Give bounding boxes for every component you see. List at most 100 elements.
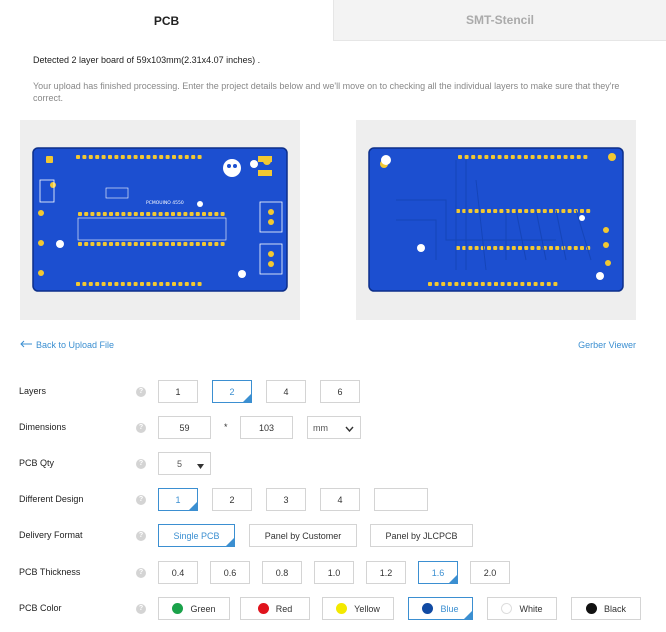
board-pad (518, 246, 522, 250)
color-option-yellow[interactable]: Yellow (322, 597, 394, 620)
board-pad (499, 209, 504, 213)
board-pad (586, 209, 591, 213)
board-pad (580, 209, 584, 213)
layers-option-2[interactable]: 2 (212, 380, 252, 403)
delivery-panel-jlcpcb[interactable]: Panel by JLCPCB (370, 524, 473, 547)
thickness-option-1-0[interactable]: 1.0 (314, 561, 354, 584)
board-pad (530, 155, 535, 159)
help-icon[interactable]: ? (136, 459, 146, 469)
board-pad (504, 155, 509, 159)
board-pad (524, 209, 529, 213)
board-pad (108, 155, 112, 159)
thickness-option-0-6[interactable]: 0.6 (210, 561, 250, 584)
board-pad (461, 282, 465, 286)
thickness-option-1-6[interactable]: 1.6 (418, 561, 458, 584)
tab-smt-stencil[interactable]: SMT-Stencil (333, 0, 666, 41)
detected-board-text: Detected 2 layer board of 59x103mm(2.31x… (33, 55, 261, 65)
thickness-option-0-4[interactable]: 0.4 (158, 561, 198, 584)
board-pad (553, 282, 558, 286)
design-option-4[interactable]: 4 (320, 488, 360, 511)
design-option-2[interactable]: 2 (212, 488, 252, 511)
board-pad (510, 155, 515, 159)
board-pad (184, 282, 189, 286)
board-pad (567, 209, 572, 213)
board-pad (507, 282, 512, 286)
color-option-blue[interactable]: Blue (408, 597, 473, 620)
help-icon[interactable]: ? (136, 568, 146, 578)
board-pad (208, 212, 213, 216)
board-pad (76, 155, 80, 159)
help-icon[interactable]: ? (136, 423, 146, 433)
board-pad (208, 242, 213, 246)
board-pad (90, 212, 95, 216)
board-pad (109, 212, 113, 216)
board-pad (484, 155, 489, 159)
board-pad (480, 209, 485, 213)
board-pad (95, 282, 100, 286)
blue-swatch-icon (422, 603, 434, 614)
board-pad (146, 155, 151, 159)
board-pad (178, 282, 183, 286)
layers-option-4[interactable]: 4 (266, 380, 306, 403)
thickness-option-0-8[interactable]: 0.8 (262, 561, 302, 584)
design-option-1[interactable]: 1 (158, 488, 198, 511)
design-option-3[interactable]: 3 (266, 488, 306, 511)
board-pad (487, 209, 491, 213)
board-pad (202, 212, 206, 216)
board-pad (96, 242, 101, 246)
board-pad (146, 282, 151, 286)
board-pad (517, 155, 522, 159)
board-pad (540, 282, 545, 286)
board-pad (214, 212, 219, 216)
board-pad (491, 155, 495, 159)
dimension-unit-select[interactable]: mm (307, 416, 361, 439)
help-icon[interactable]: ? (136, 604, 146, 614)
board-pad (524, 246, 529, 250)
tab-pcb[interactable]: PCB (0, 0, 333, 41)
qty-value: 5 (176, 458, 182, 469)
board-pad (542, 209, 547, 213)
color-option-black[interactable]: Black (571, 597, 641, 620)
thickness-option-1-2[interactable]: 1.2 (366, 561, 406, 584)
back-to-upload-link[interactable]: Back to Upload File (20, 340, 114, 350)
dimension-height-input[interactable]: 103 (240, 416, 293, 439)
dimension-unit-value: mm (313, 422, 328, 433)
board-pad (146, 242, 151, 246)
board-pad (518, 209, 522, 213)
color-option-white[interactable]: White (487, 597, 557, 620)
board-pad (114, 155, 119, 159)
upload-info-text: Your upload has finished processing. Ent… (33, 81, 620, 103)
help-icon[interactable]: ? (136, 495, 146, 505)
board-pad (120, 155, 125, 159)
board-pad (458, 155, 462, 159)
board-pad (533, 282, 538, 286)
board-pad (456, 209, 460, 213)
different-design-row: Different Design ? 1 2 3 4 (0, 488, 666, 512)
board-pad (177, 242, 182, 246)
layers-row: Layers ? 1 2 4 6 (0, 380, 666, 404)
delivery-panel-customer[interactable]: Panel by Customer (249, 524, 357, 547)
help-icon[interactable]: ? (136, 387, 146, 397)
red-swatch-icon (257, 603, 269, 614)
thickness-option-2-0[interactable]: 2.0 (470, 561, 510, 584)
layers-option-6[interactable]: 6 (320, 380, 360, 403)
board-front-image: PCMOUINO 4550 (32, 147, 288, 292)
delivery-single-pcb[interactable]: Single PCB (158, 524, 235, 547)
qty-select[interactable]: 5 (158, 452, 211, 475)
color-option-label: Black (603, 603, 626, 614)
board-pad (474, 246, 479, 250)
layers-option-1[interactable]: 1 (158, 380, 198, 403)
color-option-green[interactable]: Green (158, 597, 230, 620)
help-icon[interactable]: ? (136, 531, 146, 541)
board-pad (102, 212, 107, 216)
board-pad (183, 212, 188, 216)
design-custom-input[interactable] (374, 488, 428, 511)
board-pad (140, 282, 144, 286)
board-pad (109, 242, 113, 246)
dimension-width-input[interactable]: 59 (158, 416, 211, 439)
board-pad (494, 282, 498, 286)
board-pad (114, 282, 119, 286)
board-pad (563, 155, 568, 159)
gerber-viewer-link[interactable]: Gerber Viewer (578, 340, 636, 350)
color-option-red[interactable]: Red (240, 597, 310, 620)
